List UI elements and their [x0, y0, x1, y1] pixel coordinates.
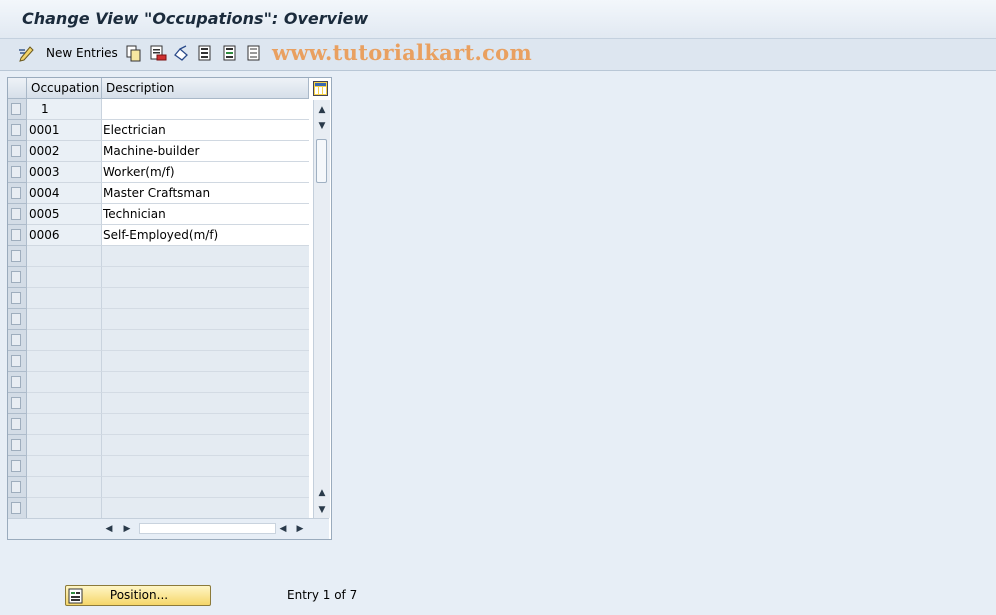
empty-description-cell [102, 435, 309, 456]
row-selector[interactable] [8, 498, 27, 519]
scroll-down-icon[interactable]: ▼ [314, 120, 330, 132]
deselect-all-icon[interactable] [246, 43, 262, 63]
description-cell[interactable]: Machine-builder [102, 141, 309, 162]
description-cell[interactable]: Self-Employed(m/f) [102, 225, 309, 246]
empty-occupation-cell [27, 414, 102, 435]
position-button[interactable]: Position... [65, 585, 211, 606]
occupation-cell: 0004 [27, 183, 102, 204]
position-button-label: Position... [109, 588, 169, 602]
empty-occupation-cell [27, 351, 102, 372]
row-selector[interactable] [8, 162, 27, 183]
empty-description-cell [102, 246, 309, 267]
row-selector[interactable] [8, 330, 27, 351]
row-selector[interactable] [8, 393, 27, 414]
title-bar: Change View "Occupations": Overview [0, 0, 996, 39]
empty-description-cell [102, 498, 309, 519]
column-header-description[interactable]: Description [102, 78, 309, 99]
empty-description-cell [102, 267, 309, 288]
row-selector[interactable] [8, 477, 27, 498]
occupations-table: Occupation Description 1 0001 Electrician 000… [7, 77, 332, 540]
scroll-page-down-icon[interactable]: ▼ [314, 504, 330, 516]
empty-occupation-cell [27, 246, 102, 267]
vertical-scrollbar[interactable]: ▲ ▼ ▲ ▼ [313, 100, 330, 518]
empty-description-cell [102, 477, 309, 498]
description-cell[interactable]: Technician [102, 204, 309, 225]
select-all-corner[interactable] [8, 78, 27, 99]
empty-description-cell [102, 414, 309, 435]
row-selector[interactable] [8, 456, 27, 477]
row-selector[interactable] [8, 141, 27, 162]
select-all-icon[interactable] [197, 43, 213, 63]
empty-description-cell [102, 351, 309, 372]
empty-occupation-cell [27, 498, 102, 519]
empty-occupation-cell [27, 267, 102, 288]
horizontal-scroll-track[interactable] [139, 523, 276, 534]
row-selector[interactable] [8, 246, 27, 267]
row-selector[interactable] [8, 309, 27, 330]
occupation-cell: 0006 [27, 225, 102, 246]
column-settings-icon[interactable] [313, 81, 328, 96]
empty-description-cell [102, 372, 309, 393]
empty-occupation-cell [27, 288, 102, 309]
empty-occupation-cell [27, 309, 102, 330]
empty-description-cell [102, 288, 309, 309]
scroll-left-icon[interactable]: ◀ [104, 523, 114, 535]
description-cell[interactable]: Master Craftsman [102, 183, 309, 204]
row-selector[interactable] [8, 288, 27, 309]
edit-pencil-icon[interactable] [17, 43, 37, 63]
row-selector[interactable] [8, 204, 27, 225]
scroll-right-icon[interactable]: ▶ [295, 523, 305, 535]
row-selector[interactable] [8, 99, 27, 120]
empty-occupation-cell [27, 477, 102, 498]
empty-description-cell [102, 456, 309, 477]
occupation-cell: 0005 [27, 204, 102, 225]
description-cell[interactable]: Electrician [102, 120, 309, 141]
page-title: Change View "Occupations": Overview [22, 9, 369, 28]
row-selector[interactable] [8, 351, 27, 372]
empty-description-cell [102, 309, 309, 330]
row-selector[interactable] [8, 225, 27, 246]
description-cell [102, 99, 309, 120]
empty-occupation-cell [27, 435, 102, 456]
undo-icon[interactable] [172, 43, 190, 63]
column-header-occupation[interactable]: Occupation [27, 78, 102, 99]
empty-occupation-cell [27, 393, 102, 414]
empty-description-cell [102, 330, 309, 351]
row-selector[interactable] [8, 120, 27, 141]
occupation-cell: 0002 [27, 141, 102, 162]
scroll-page-up-icon[interactable]: ▲ [314, 487, 330, 499]
entry-counter: Entry 1 of 7 [287, 588, 358, 602]
select-block-icon[interactable] [222, 43, 238, 63]
new-entries-button[interactable]: New Entries [46, 46, 118, 60]
empty-occupation-cell [27, 330, 102, 351]
empty-description-cell [102, 393, 309, 414]
empty-occupation-cell [27, 456, 102, 477]
row-selector[interactable] [8, 372, 27, 393]
watermark-text: www.tutorialkart.com [272, 40, 532, 65]
row-selector[interactable] [8, 267, 27, 288]
row-selector[interactable] [8, 414, 27, 435]
occupation-cell: 0003 [27, 162, 102, 183]
scroll-up-icon[interactable]: ▲ [314, 104, 330, 116]
copy-icon[interactable] [126, 43, 142, 63]
scroll-right-icon[interactable]: ▶ [122, 523, 132, 535]
application-toolbar: New Entries www.tutorialkart.com [0, 39, 996, 71]
horizontal-scrollbar: ◀ ▶ ◀ ▶ [8, 518, 329, 539]
scroll-thumb[interactable] [316, 139, 327, 183]
row-selector[interactable] [8, 183, 27, 204]
position-input[interactable]: 1 [27, 99, 102, 120]
empty-occupation-cell [27, 372, 102, 393]
scroll-left-icon[interactable]: ◀ [278, 523, 288, 535]
delete-icon[interactable] [149, 43, 167, 63]
description-cell[interactable]: Worker(m/f) [102, 162, 309, 183]
row-selector[interactable] [8, 435, 27, 456]
occupation-cell: 0001 [27, 120, 102, 141]
